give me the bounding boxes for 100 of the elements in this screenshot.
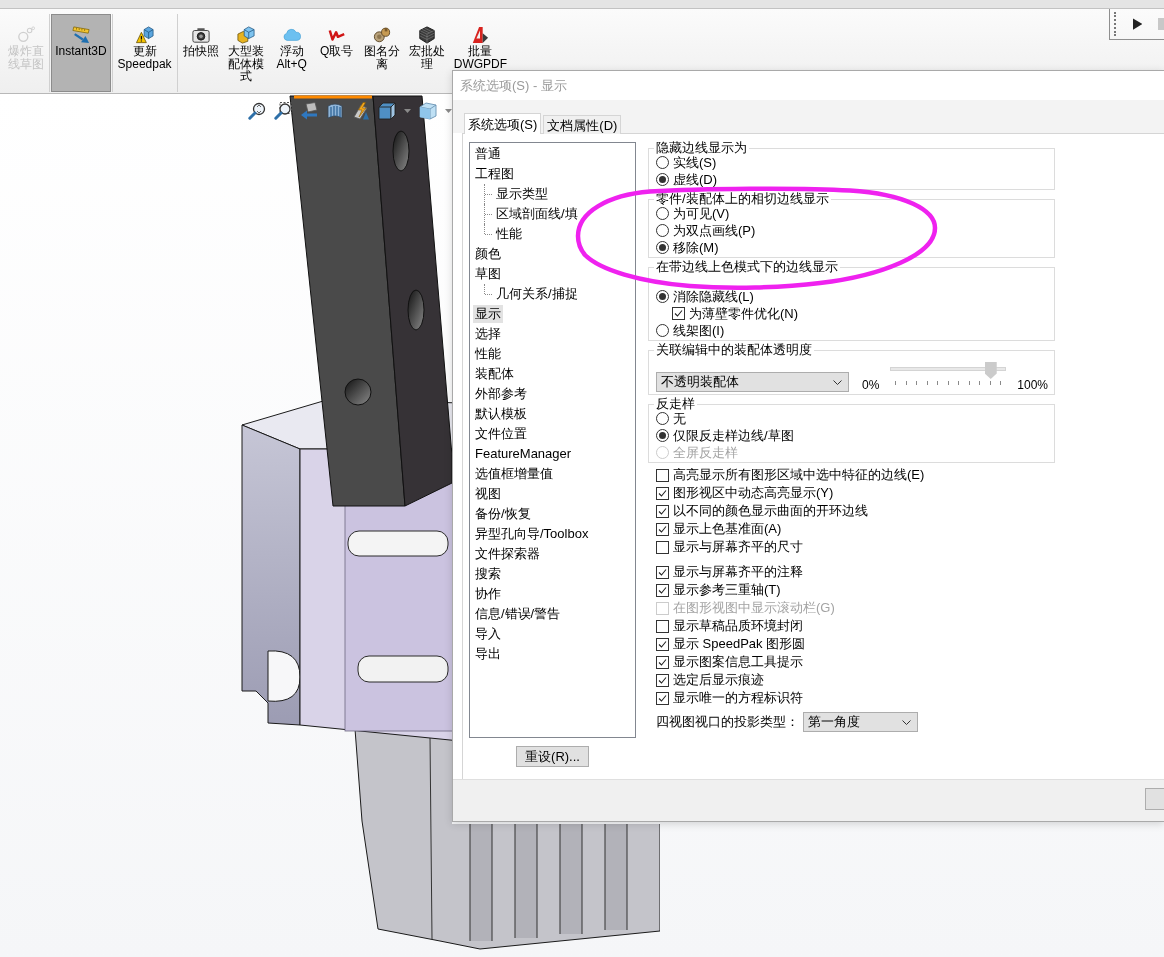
tree-item[interactable]: 颜色 — [473, 245, 503, 263]
tree-item[interactable]: 显示类型 — [494, 185, 550, 203]
slider-track[interactable] — [890, 362, 1007, 386]
tree-item[interactable]: 外部参考 — [473, 385, 529, 403]
checkbox[interactable] — [656, 655, 669, 669]
zoom-area-icon[interactable] — [274, 102, 292, 120]
toolbar-button[interactable]: 图名分离 — [359, 14, 405, 74]
checkbox-label[interactable]: 以不同的颜色显示曲面的开环边线 — [673, 503, 868, 519]
radio-button[interactable] — [656, 156, 669, 169]
checkbox-label[interactable]: 显示草稿品质环境封闭 — [673, 618, 803, 634]
dropdown[interactable]: 不透明装配体 — [656, 372, 849, 392]
checkbox-label[interactable]: 显示唯一的方程标识符 — [673, 690, 803, 706]
toolbar-button[interactable]: 拍快照 — [178, 14, 224, 62]
cube-icon[interactable] — [419, 102, 437, 120]
tree-item[interactable]: 备份/恢复 — [473, 505, 533, 523]
tree-item[interactable]: 几何关系/捕捉 — [494, 285, 580, 303]
checkbox[interactable] — [656, 522, 669, 536]
tree-item[interactable]: 性能 — [473, 345, 503, 363]
checkbox[interactable] — [672, 307, 685, 320]
tree-item[interactable]: 视图 — [473, 485, 503, 503]
tree-item[interactable]: 导出 — [473, 645, 503, 663]
checkbox[interactable] — [656, 583, 669, 597]
radio-label[interactable]: 仅限反走样边线/草图 — [673, 427, 794, 444]
radio-label[interactable]: 消除隐藏线(L) — [673, 288, 754, 305]
radio-button[interactable] — [656, 324, 669, 337]
checkbox[interactable] — [656, 504, 669, 518]
radio-button[interactable] — [656, 224, 669, 237]
tree-item[interactable]: 普通 — [473, 145, 503, 163]
radio-button[interactable] — [656, 241, 669, 254]
radio-button[interactable] — [656, 412, 669, 425]
tree-item[interactable]: 装配体 — [473, 365, 516, 383]
dropdown[interactable]: 第一角度 — [803, 712, 918, 732]
lightning-icon[interactable] — [352, 102, 370, 120]
tree-item[interactable]: 信息/错误/警告 — [473, 605, 563, 623]
tree-item[interactable]: 性能 — [494, 225, 524, 243]
checkbox[interactable] — [656, 619, 669, 633]
toolbar-button[interactable]: Q取号 — [314, 14, 360, 62]
tree-item[interactable]: 草图 — [473, 265, 503, 283]
tree-item[interactable]: 文件探索器 — [473, 545, 542, 563]
reset-button[interactable]: 重设(R)... — [516, 746, 589, 767]
tree-item[interactable]: 文件位置 — [473, 425, 529, 443]
checkbox[interactable] — [656, 540, 669, 554]
tree-item[interactable]: 搜索 — [473, 565, 503, 583]
radio-button[interactable] — [656, 207, 669, 220]
tree-item[interactable]: 选值框增量值 — [473, 465, 555, 483]
tree-item[interactable]: 导入 — [473, 625, 503, 643]
arrow-icon[interactable] — [300, 102, 318, 120]
radio-button[interactable] — [656, 429, 669, 442]
tree-item[interactable]: 协作 — [473, 585, 503, 603]
radio-label[interactable]: 线架图(I) — [673, 322, 725, 339]
toolbar-button[interactable]: Instant3D — [51, 14, 111, 92]
cube-icon[interactable] — [378, 102, 396, 120]
checkbox-label[interactable]: 显示与屏幕齐平的尺寸 — [673, 539, 803, 555]
radio-label[interactable]: 为可见(V) — [673, 205, 730, 222]
tree-item[interactable]: 区域剖面线/填 — [494, 205, 580, 223]
radio-label[interactable]: 实线(S) — [673, 154, 717, 171]
slider-thumb[interactable] — [984, 362, 997, 379]
play-icon[interactable] — [1133, 18, 1143, 30]
chevron-icon — [833, 379, 842, 385]
toolbar-button[interactable]: 宏批处理 — [404, 14, 450, 74]
tab[interactable]: 文档属性(D) — [543, 115, 622, 134]
tree-item[interactable]: 异型孔向导/Toolbox — [473, 525, 591, 543]
checkbox-label[interactable]: 显示图案信息工具提示 — [673, 654, 803, 670]
checkbox-label[interactable]: 显示与屏幕齐平的注释 — [673, 564, 803, 580]
tree-item[interactable]: 工程图 — [473, 165, 516, 183]
toolbar-button[interactable]: 浮动 Alt+Q — [269, 14, 315, 74]
checkbox[interactable] — [656, 486, 669, 500]
radio-label[interactable]: 为双点画线(P) — [673, 222, 756, 239]
magnifier-icon[interactable] — [248, 102, 266, 120]
checkbox-label[interactable]: 图形视区中动态高亮显示(Y) — [673, 485, 834, 501]
checkbox-label[interactable]: 为薄壁零件优化(N) — [689, 305, 799, 322]
tree-item[interactable]: 显示 — [473, 305, 503, 323]
checkbox[interactable] — [656, 691, 669, 705]
toolbar-button[interactable]: 更新 Speedpak — [113, 14, 176, 74]
tab[interactable]: 系统选项(S) — [464, 113, 542, 134]
radio-label[interactable]: 无 — [673, 410, 686, 427]
tree-item[interactable]: FeatureManager — [473, 445, 574, 463]
slider-max-label: 100% — [1017, 378, 1049, 392]
checkbox-label[interactable]: 显示 SpeedPak 图形圆 — [673, 636, 806, 652]
checkbox[interactable] — [656, 565, 669, 579]
checkbox-label[interactable]: 显示参考三重轴(T) — [673, 582, 781, 598]
caret-icon[interactable] — [445, 109, 452, 113]
section-view-icon[interactable] — [326, 102, 344, 120]
radio-button[interactable] — [656, 173, 669, 186]
checkbox[interactable] — [656, 468, 669, 482]
checkbox-label[interactable]: 选定后显示痕迹 — [673, 672, 764, 688]
grip-handle[interactable] — [1114, 12, 1116, 36]
caret-icon[interactable] — [404, 109, 411, 113]
radio-button[interactable] — [656, 290, 669, 303]
group-title: 反走样 — [655, 398, 696, 410]
radio-label[interactable]: 移除(M) — [673, 239, 719, 256]
checkbox[interactable] — [656, 673, 669, 687]
tree-item[interactable]: 选择 — [473, 325, 503, 343]
toolbar-button[interactable]: 大型装配体模式 — [223, 14, 269, 87]
checkbox-label[interactable]: 高亮显示所有图形区域中选中特征的边线(E) — [673, 467, 925, 483]
warning-cube-icon — [135, 26, 154, 44]
checkbox[interactable] — [656, 637, 669, 651]
tree-item[interactable]: 默认模板 — [473, 405, 529, 423]
radio-label[interactable]: 虚线(D) — [673, 171, 718, 188]
checkbox-label[interactable]: 显示上色基准面(A) — [673, 521, 782, 537]
